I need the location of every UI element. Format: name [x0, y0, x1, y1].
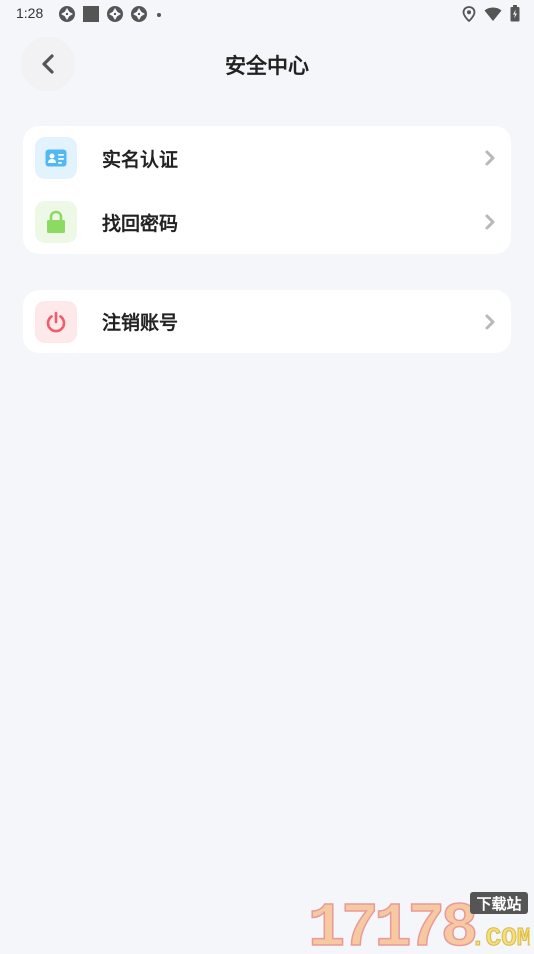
- menu-item-label: 实名认证: [102, 148, 179, 171]
- page-title: 安全中心: [225, 54, 309, 78]
- battery-icon: [510, 5, 520, 22]
- dot-icon: [157, 13, 161, 17]
- row-icon-container: [35, 201, 77, 243]
- chevron-right-icon: [483, 313, 497, 331]
- power-icon: [46, 311, 66, 332]
- square-notification-icon: [83, 6, 99, 22]
- settings-card-account: 注销账号: [23, 290, 511, 353]
- wifi-icon: [484, 7, 502, 21]
- chevron-right-icon: [483, 213, 497, 231]
- menu-item-label: 找回密码: [102, 212, 179, 235]
- location-icon: [462, 5, 476, 22]
- chevron-right-icon: [483, 149, 497, 167]
- row-icon-container: [35, 300, 77, 343]
- menu-item-cancel-account[interactable]: 注销账号: [23, 290, 511, 353]
- aperture-icon: [107, 6, 123, 22]
- aperture-icon: [131, 6, 147, 22]
- status-time: 1:28: [16, 5, 44, 21]
- watermark-number: 17178: [308, 893, 475, 950]
- status-notification-icons: [58, 5, 164, 23]
- watermark-logo: 17178 下载站 .COM: [306, 890, 533, 954]
- header: 安全中心: [0, 28, 534, 100]
- aperture-icon: [59, 6, 75, 22]
- status-bar: 1:28: [0, 0, 534, 28]
- watermark-tag: 下载站: [476, 895, 521, 913]
- row-icon-container: [35, 137, 77, 179]
- lock-icon: [47, 210, 65, 233]
- menu-item-label: 注销账号: [102, 312, 179, 334]
- menu-item-real-name-verification[interactable]: 实名认证: [23, 126, 511, 190]
- watermark-domain: .COM: [470, 923, 530, 950]
- settings-card-security: 实名认证 找回密码: [23, 126, 511, 254]
- menu-item-recover-password[interactable]: 找回密码: [23, 190, 511, 254]
- status-system-icons: [462, 5, 520, 22]
- id-card-icon: [45, 149, 67, 167]
